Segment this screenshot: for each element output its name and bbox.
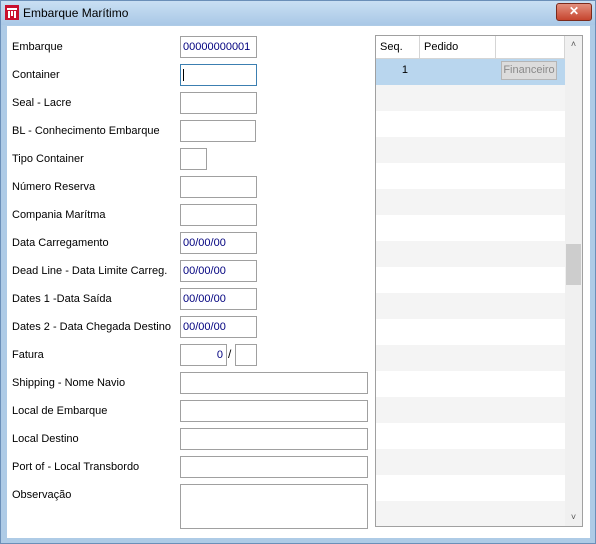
dates2-field[interactable]: 00/00/00 (180, 316, 257, 338)
observacao-field[interactable] (180, 484, 368, 529)
embarque-field[interactable]: 00000000001 (180, 36, 257, 58)
container-field[interactable] (180, 64, 257, 86)
title-bar: Embarque Marítimo ✕ (1, 1, 595, 25)
empty-grid-row (376, 163, 565, 189)
financeiro-button[interactable]: Financeiro (501, 61, 557, 80)
empty-grid-row (376, 85, 565, 111)
container-label: Container (12, 69, 60, 81)
table-row[interactable]: 1 Financeiro (376, 59, 565, 85)
observacao-label: Observação (12, 489, 72, 501)
local-destino-field[interactable] (180, 428, 368, 450)
empty-grid-row (376, 293, 565, 319)
numero-reserva-label: Número Reserva (12, 181, 96, 193)
empty-grid-row (376, 241, 565, 267)
embarque-label: Embarque (12, 41, 63, 53)
seal-label: Seal - Lacre (12, 97, 72, 109)
tipo-container-field[interactable] (180, 148, 207, 170)
shipping-field[interactable] (180, 372, 368, 394)
empty-grid-row (376, 397, 565, 423)
empty-grid-row (376, 423, 565, 449)
fatura-series-field[interactable] (235, 344, 257, 366)
close-icon: ✕ (568, 4, 580, 18)
empty-grid-row (376, 137, 565, 163)
empty-grid-row (376, 449, 565, 475)
data-carregamento-field[interactable]: 00/00/00 (180, 232, 257, 254)
scroll-down-icon[interactable]: ˅ (565, 509, 582, 526)
local-embarque-label: Local de Embarque (12, 405, 108, 417)
empty-grid-row (376, 501, 565, 526)
empty-grid-row (376, 371, 565, 397)
data-carregamento-label: Data Carregamento (12, 237, 109, 249)
bl-field[interactable] (180, 120, 256, 142)
scroll-thumb[interactable] (566, 244, 581, 285)
close-button[interactable]: ✕ (556, 3, 592, 21)
empty-grid-row (376, 267, 565, 293)
column-header-seq[interactable]: Seq. (376, 36, 420, 58)
grid-header: Seq. Pedido (376, 36, 565, 59)
seal-field[interactable] (180, 92, 257, 114)
scroll-up-icon[interactable]: ˄ (565, 36, 582, 53)
dates1-label: Dates 1 -Data Saída (12, 293, 112, 305)
bl-label: BL - Conhecimento Embarque (12, 125, 160, 137)
pedidos-grid: Seq. Pedido 1 Financeiro ˄ ˅ (375, 35, 583, 527)
empty-grid-row (376, 345, 565, 371)
local-embarque-field[interactable] (180, 400, 368, 422)
empty-grid-row (376, 111, 565, 137)
app-logo-icon (5, 5, 19, 20)
port-of-field[interactable] (180, 456, 368, 478)
empty-grid-row (376, 215, 565, 241)
window-title: Embarque Marítimo (23, 6, 129, 20)
empty-grid-row (376, 475, 565, 501)
tipo-container-label: Tipo Container (12, 153, 84, 165)
dates1-field[interactable]: 00/00/00 (180, 288, 257, 310)
empty-grid-row (376, 189, 565, 215)
companhia-label: Compania Marítma (12, 209, 106, 221)
column-header-pedido[interactable]: Pedido (420, 36, 496, 58)
fatura-separator: / (228, 347, 232, 361)
port-of-label: Port of - Local Transbordo (12, 461, 140, 473)
shipping-label: Shipping - Nome Navio (12, 377, 126, 389)
window: Embarque Marítimo ✕ Embarque 00000000001… (0, 0, 596, 544)
companhia-field[interactable] (180, 204, 257, 226)
numero-reserva-field[interactable] (180, 176, 257, 198)
dates2-label: Dates 2 - Data Chegada Destino (12, 321, 171, 333)
empty-grid-row (376, 319, 565, 345)
local-destino-label: Local Destino (12, 433, 79, 445)
fatura-label: Fatura (12, 349, 44, 361)
form-area: Embarque 00000000001 Container Seal - La… (7, 26, 590, 538)
column-header-actions (496, 36, 565, 58)
seq-cell: 1 (401, 64, 408, 76)
dead-line-label: Dead Line - Data Limite Carreg. (12, 265, 168, 277)
text-caret (183, 69, 184, 82)
dead-line-field[interactable]: 00/00/00 (180, 260, 257, 282)
fatura-number-field[interactable]: 0 (180, 344, 227, 366)
vertical-scrollbar[interactable]: ˄ ˅ (565, 36, 582, 526)
